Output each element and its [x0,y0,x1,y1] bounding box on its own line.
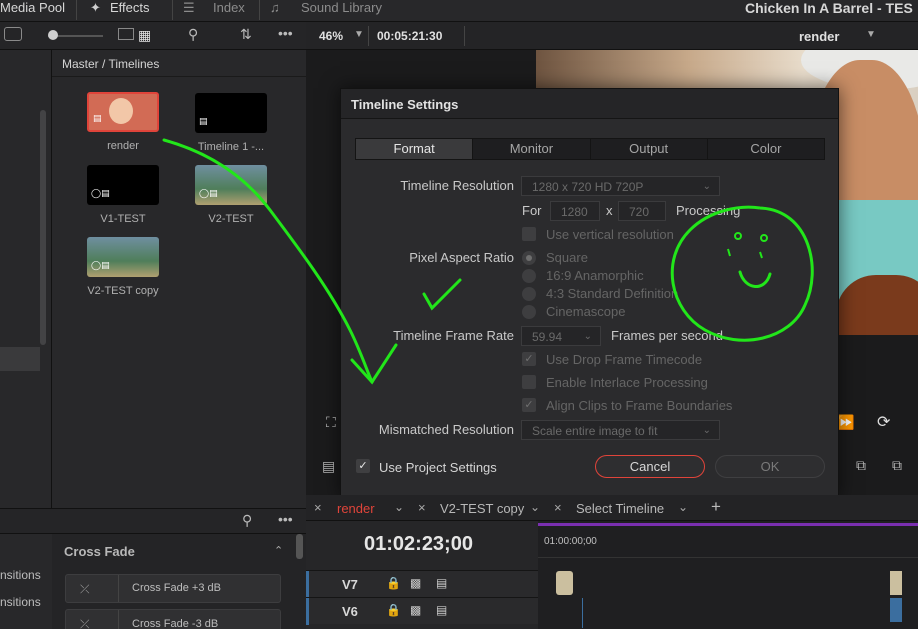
annotation-checkmark [422,278,462,311]
annotation-smiley-mouth [738,270,772,288]
annotation-arrow-line [162,138,374,384]
annotation-overlay [162,138,814,385]
annotation-smiley-eye [759,251,763,259]
annotation-smiley-eye [727,248,731,257]
annotation-smiley-face [670,205,814,342]
annotation-smiley-eye [760,234,768,242]
annotation-smiley-eye [734,232,742,240]
